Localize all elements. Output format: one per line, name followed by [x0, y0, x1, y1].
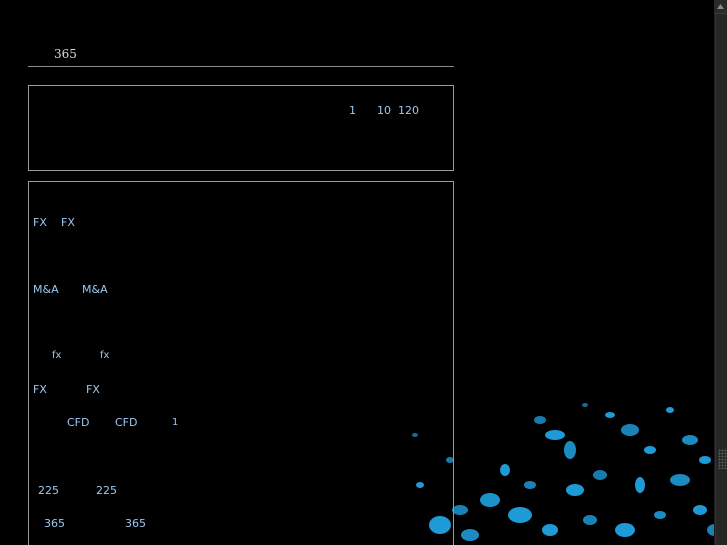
- main-panel-text: FX: [61, 216, 75, 229]
- vertical-scrollbar[interactable]: [714, 0, 727, 545]
- main-panel-text: fx: [100, 350, 110, 361]
- main-panel-text: fx: [52, 350, 62, 361]
- header-divider: [28, 66, 454, 67]
- main-panel: [28, 181, 454, 545]
- main-panel-text: 225: [38, 484, 59, 497]
- top-panel-item: 120: [398, 104, 419, 117]
- page-title: 365: [54, 47, 77, 61]
- main-panel-text: M&A: [33, 283, 59, 296]
- main-panel-text: 225: [96, 484, 117, 497]
- main-panel-text: M&A: [82, 283, 108, 296]
- main-panel-text: CFD: [115, 416, 138, 429]
- main-panel-text: CFD: [67, 416, 90, 429]
- top-panel: [28, 85, 454, 171]
- scroll-thumb[interactable]: [715, 14, 727, 545]
- triangle-up-icon: [717, 4, 724, 9]
- main-panel-text: 365: [125, 517, 146, 530]
- scroll-up-button[interactable]: [714, 0, 727, 14]
- main-panel-text: FX: [86, 383, 100, 396]
- main-panel-text: 1: [172, 417, 179, 428]
- top-panel-item: 1: [349, 104, 356, 117]
- scroll-grip-icon: [718, 449, 727, 469]
- page: 365 1 10 120 FX FX M&A M&A fx fx FX FX C…: [0, 0, 727, 545]
- main-panel-text: FX: [33, 383, 47, 396]
- main-panel-text: FX: [33, 216, 47, 229]
- top-panel-item: 10: [377, 104, 391, 117]
- main-panel-text: 365: [44, 517, 65, 530]
